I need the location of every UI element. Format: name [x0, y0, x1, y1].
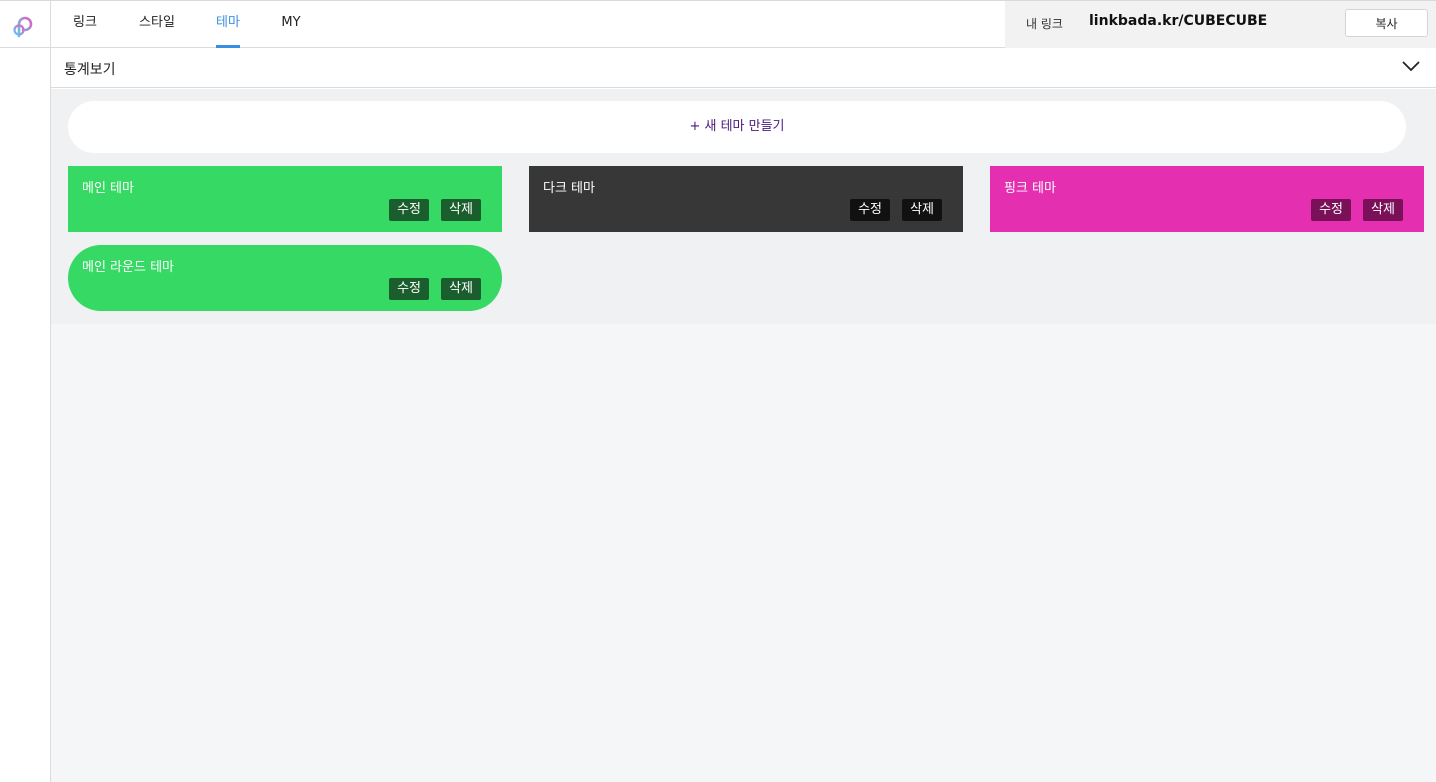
theme-list-area: + 새 테마 만들기 메인 테마 수정 삭제 다크 테마 수정 삭제 핑크 테마… — [51, 89, 1436, 324]
theme-card-title: 핑크 테마 — [1004, 181, 1056, 196]
logo[interactable] — [0, 1, 50, 48]
tab-theme[interactable]: 테마 — [215, 1, 241, 48]
tab-my[interactable]: MY — [281, 1, 301, 48]
chevron-down-icon[interactable] — [1401, 59, 1421, 73]
main-tabs: 링크 스타일 테마 MY — [51, 1, 301, 48]
theme-card-title: 메인 라운드 테마 — [82, 260, 174, 275]
delete-button[interactable]: 삭제 — [441, 199, 481, 221]
delete-button[interactable]: 삭제 — [902, 199, 942, 221]
theme-content: + 새 테마 만들기 메인 테마 수정 삭제 다크 테마 수정 삭제 핑크 테마… — [51, 89, 1436, 782]
theme-card-pink[interactable]: 핑크 테마 수정 삭제 — [990, 166, 1424, 232]
linkbada-logo-icon — [13, 16, 33, 38]
my-link-url: linkbada.kr/CUBECUBE — [1089, 13, 1268, 29]
new-theme-button[interactable]: + 새 테마 만들기 — [68, 101, 1406, 153]
tab-style[interactable]: 스타일 — [139, 1, 175, 48]
theme-card-dark[interactable]: 다크 테마 수정 삭제 — [529, 166, 963, 232]
edit-button[interactable]: 수정 — [1311, 199, 1351, 221]
delete-button[interactable]: 삭제 — [1363, 199, 1403, 221]
tab-link[interactable]: 링크 — [73, 1, 97, 48]
copy-button[interactable]: 복사 — [1345, 9, 1428, 37]
edit-button[interactable]: 수정 — [389, 199, 429, 221]
top-header: 링크 스타일 테마 MY 내 링크 linkbada.kr/CUBECUBE 복… — [51, 1, 1436, 48]
stats-toggle[interactable]: 통계보기 — [51, 48, 1436, 88]
theme-card-main[interactable]: 메인 테마 수정 삭제 — [68, 166, 502, 232]
theme-card-main-round[interactable]: 메인 라운드 테마 수정 삭제 — [68, 245, 502, 311]
theme-card-title: 다크 테마 — [543, 181, 595, 196]
sidebar — [0, 1, 51, 782]
my-link-panel: 내 링크 linkbada.kr/CUBECUBE 복사 — [1005, 1, 1436, 48]
edit-button[interactable]: 수정 — [389, 278, 429, 300]
theme-card-title: 메인 테마 — [82, 181, 134, 196]
edit-button[interactable]: 수정 — [850, 199, 890, 221]
my-link-label: 내 링크 — [1026, 17, 1063, 31]
stats-label: 통계보기 — [64, 62, 116, 78]
app-window: 링크 스타일 테마 MY 내 링크 linkbada.kr/CUBECUBE 복… — [0, 0, 1436, 782]
delete-button[interactable]: 삭제 — [441, 278, 481, 300]
